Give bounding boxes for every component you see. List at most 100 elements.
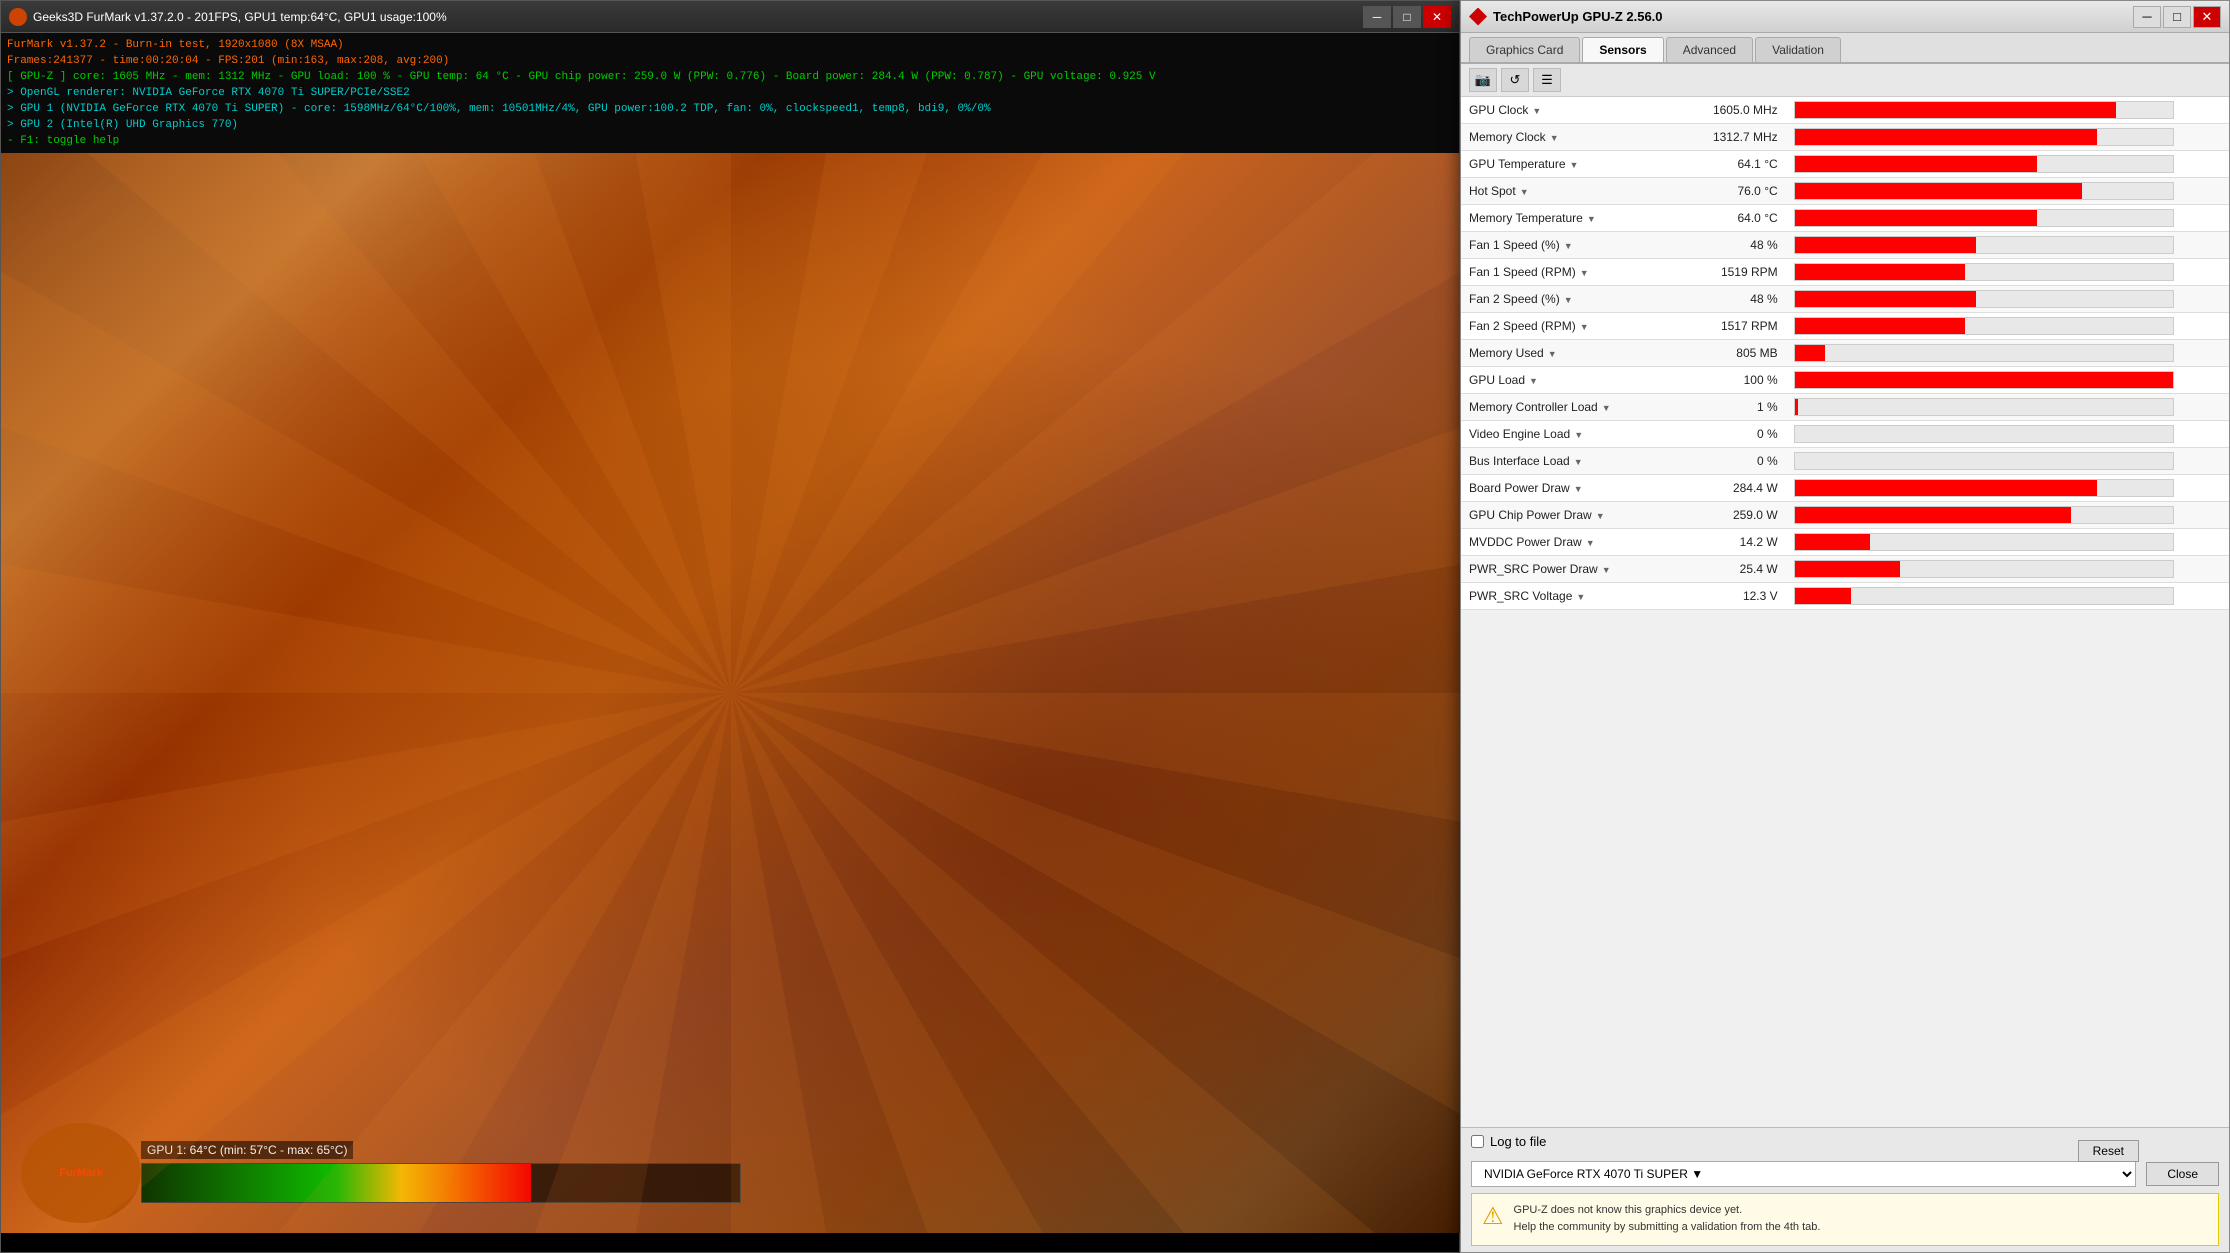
- sensor-dropdown-arrow[interactable]: ▼: [1596, 511, 1605, 521]
- sensor-value-cell: 48 %: [1685, 232, 1786, 259]
- sensor-value-cell: 284.4 W: [1685, 475, 1786, 502]
- sensor-name-cell: Memory Controller Load▼: [1461, 394, 1685, 421]
- sensor-bar-outer: [1794, 425, 2174, 443]
- sensor-name-label: GPU Clock: [1469, 103, 1528, 117]
- furmark-temp-bar: [141, 1163, 741, 1203]
- menu-icon[interactable]: ☰: [1533, 68, 1561, 92]
- sensor-dropdown-arrow[interactable]: ▼: [1576, 592, 1585, 602]
- sensor-bar-inner: [1795, 480, 2097, 496]
- camera-icon[interactable]: 📷: [1469, 68, 1497, 92]
- sensor-name-label: Fan 1 Speed (RPM): [1469, 265, 1576, 279]
- sensors-table: GPU Clock▼1605.0 MHzMemory Clock▼1312.7 …: [1461, 97, 2229, 610]
- sensor-dropdown-arrow[interactable]: ▼: [1580, 322, 1589, 332]
- sensor-dropdown-arrow[interactable]: ▼: [1520, 187, 1529, 197]
- sensor-name-cell: Fan 2 Speed (%) ▼: [1461, 286, 1685, 313]
- warning-line-2: Help the community by submitting a valid…: [1514, 1219, 1821, 1237]
- gpuz-titlebar: TechPowerUp GPU-Z 2.56.0 ─ □ ✕: [1461, 1, 2229, 33]
- sensor-bar-inner: [1795, 588, 1852, 604]
- sensor-name-label: Board Power Draw: [1469, 481, 1570, 495]
- sensor-dropdown-arrow[interactable]: ▼: [1574, 484, 1583, 494]
- gpu-select-row: NVIDIA GeForce RTX 4070 Ti SUPER ▼ Close: [1471, 1161, 2219, 1187]
- sensor-bar-outer: [1794, 236, 2174, 254]
- sensor-dropdown-arrow[interactable]: ▼: [1602, 565, 1611, 575]
- sensor-dropdown-arrow[interactable]: ▼: [1587, 214, 1596, 224]
- sensor-bar-outer: [1794, 398, 2174, 416]
- sensor-bar-inner: [1795, 318, 1965, 334]
- sensor-dropdown-arrow[interactable]: ▼: [1570, 160, 1579, 170]
- table-row: GPU Temperature▼64.1 °C: [1461, 151, 2229, 178]
- sensor-dropdown-arrow[interactable]: ▼: [1574, 457, 1583, 467]
- gpuz-icon: [1469, 8, 1487, 26]
- furmark-minimize-button[interactable]: ─: [1363, 6, 1391, 28]
- sensor-value-cell: 0 %: [1685, 421, 1786, 448]
- sensor-dropdown-arrow[interactable]: ▼: [1550, 133, 1559, 143]
- warning-text: GPU-Z does not know this graphics device…: [1514, 1202, 1821, 1237]
- sensor-name-label: Fan 2 Speed (%): [1469, 292, 1560, 306]
- sensor-name-label: MVDDC Power Draw: [1469, 535, 1582, 549]
- sensor-name-cell: MVDDC Power Draw ▼: [1461, 529, 1685, 556]
- sensor-dropdown-arrow[interactable]: ▼: [1602, 403, 1611, 413]
- gpuz-bottom-area: Log to file Reset NVIDIA GeForce RTX 407…: [1461, 1127, 2229, 1252]
- sensor-bar-outer: [1794, 155, 2174, 173]
- sensor-name-cell: Hot Spot▼: [1461, 178, 1685, 205]
- furmark-maximize-button[interactable]: □: [1393, 6, 1421, 28]
- refresh-icon[interactable]: ↺: [1501, 68, 1529, 92]
- furmark-line-1: FurMark v1.37.2 - Burn-in test, 1920x108…: [7, 37, 1453, 53]
- sensor-name-label: Memory Temperature: [1469, 211, 1583, 225]
- sensors-scroll-area[interactable]: GPU Clock▼1605.0 MHzMemory Clock▼1312.7 …: [1461, 97, 2229, 747]
- log-to-file-checkbox[interactable]: [1471, 1135, 1484, 1148]
- log-to-file-label: Log to file: [1490, 1134, 1546, 1149]
- furmark-line-6: > GPU 2 (Intel(R) UHD Graphics 770): [7, 117, 1453, 133]
- sensor-name-cell: PWR_SRC Power Draw▼: [1461, 556, 1685, 583]
- furmark-canvas: GPU 1: 64°C (min: 57°C - max: 65°C) FurM…: [1, 153, 1461, 1233]
- sensor-name-cell: Memory Clock▼: [1461, 124, 1685, 151]
- furmark-close-button[interactable]: ✕: [1423, 6, 1451, 28]
- sensor-bar-inner: [1795, 156, 2037, 172]
- sensor-bar-inner: [1795, 264, 1965, 280]
- table-row: GPU Chip Power Draw▼259.0 W: [1461, 502, 2229, 529]
- table-row: Memory Temperature▼64.0 °C: [1461, 205, 2229, 232]
- sensor-bar-cell: [1786, 313, 2229, 340]
- gpu-select-dropdown[interactable]: NVIDIA GeForce RTX 4070 Ti SUPER ▼: [1471, 1161, 2136, 1187]
- sensor-dropdown-arrow[interactable]: ▼: [1574, 430, 1583, 440]
- tab-advanced[interactable]: Advanced: [1666, 37, 1753, 62]
- sensor-bar-cell: [1786, 97, 2229, 124]
- sensor-name-cell: Fan 2 Speed (RPM)▼: [1461, 313, 1685, 340]
- tab-sensors[interactable]: Sensors: [1582, 37, 1663, 62]
- sensor-bar-inner: [1795, 291, 1976, 307]
- furmark-line-3: [ GPU-Z ] core: 1605 MHz - mem: 1312 MHz…: [7, 69, 1453, 85]
- sensor-value-cell: 64.1 °C: [1685, 151, 1786, 178]
- sensor-dropdown-arrow[interactable]: ▼: [1580, 268, 1589, 278]
- reset-button[interactable]: Reset: [2078, 1140, 2139, 1162]
- close-button[interactable]: Close: [2146, 1162, 2219, 1186]
- sensor-dropdown-arrow[interactable]: ▼: [1564, 295, 1573, 305]
- sensor-dropdown-arrow[interactable]: ▼: [1564, 241, 1573, 251]
- gpuz-maximize-button[interactable]: □: [2163, 6, 2191, 28]
- sensor-bar-outer: [1794, 344, 2174, 362]
- sensor-bar-inner: [1795, 534, 1871, 550]
- sensor-bar-inner: [1795, 561, 1901, 577]
- tab-graphics-card[interactable]: Graphics Card: [1469, 37, 1580, 62]
- sensor-bar-cell: [1786, 340, 2229, 367]
- gpuz-title: TechPowerUp GPU-Z 2.56.0: [1493, 9, 1663, 24]
- sensor-bar-inner: [1795, 102, 2116, 118]
- sensor-dropdown-arrow[interactable]: ▼: [1586, 538, 1595, 548]
- sensor-dropdown-arrow[interactable]: ▼: [1548, 349, 1557, 359]
- sensor-dropdown-arrow[interactable]: ▼: [1532, 106, 1541, 116]
- sensor-bar-cell: [1786, 448, 2229, 475]
- sensor-bar-outer: [1794, 371, 2174, 389]
- sensor-name-cell: GPU Clock ▼: [1461, 97, 1685, 124]
- tab-validation[interactable]: Validation: [1755, 37, 1841, 62]
- sensor-bar-cell: [1786, 475, 2229, 502]
- sensor-bar-inner: [1795, 507, 2071, 523]
- gpuz-minimize-button[interactable]: ─: [2133, 6, 2161, 28]
- gpuz-close-button[interactable]: ✕: [2193, 6, 2221, 28]
- sensor-name-label: PWR_SRC Voltage: [1469, 589, 1572, 603]
- sensor-bar-cell: [1786, 583, 2229, 610]
- sensor-dropdown-arrow[interactable]: ▼: [1529, 376, 1538, 386]
- table-row: Memory Used▼805 MB: [1461, 340, 2229, 367]
- sensor-name-cell: Video Engine Load▼: [1461, 421, 1685, 448]
- sensor-bar-outer: [1794, 317, 2174, 335]
- sensor-bar-outer: [1794, 533, 2174, 551]
- sensor-value-cell: 48 %: [1685, 286, 1786, 313]
